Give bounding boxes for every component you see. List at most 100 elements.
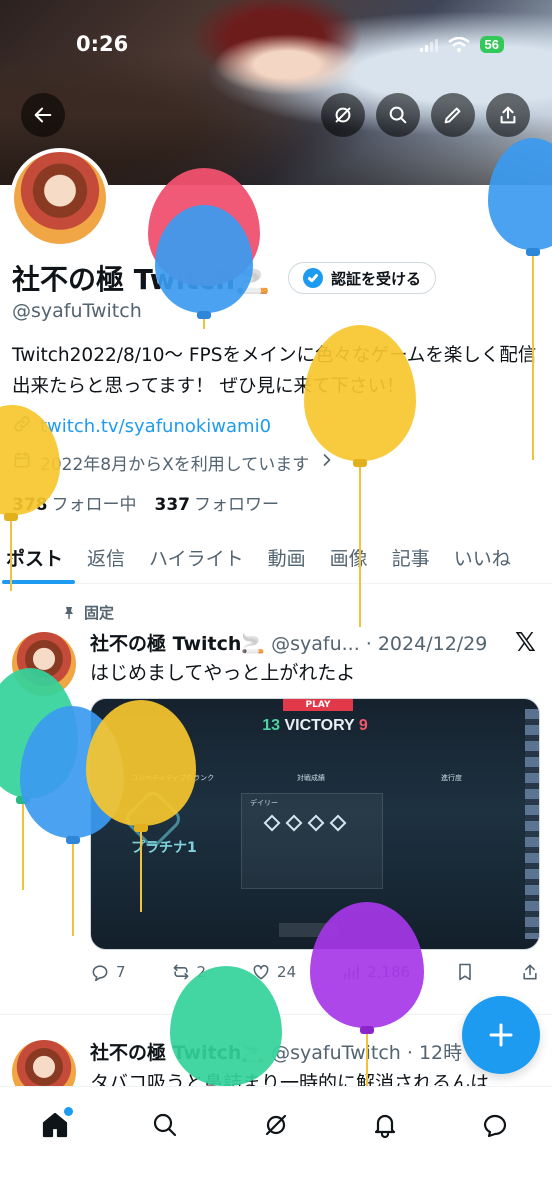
media-play-label: PLAY: [283, 699, 353, 711]
nav-grok[interactable]: [256, 1105, 296, 1145]
followers-count: 337: [154, 495, 191, 515]
status-icons: 56: [419, 36, 504, 53]
messages-icon: [483, 1114, 507, 1138]
grok-icon: [335, 107, 351, 123]
share-icon: [500, 106, 516, 124]
pin-icon: [65, 606, 73, 619]
media-button: [279, 923, 337, 937]
profile-name: 社不の極 Twitch🚬: [12, 263, 271, 296]
media-rank: プラチナ1: [131, 840, 197, 856]
profile-handle: @syafuTwitch: [12, 300, 142, 322]
profile-bio: Twitch2022/8/10～ FPSをメインに色々なゲームを楽しく配信出来た…: [12, 345, 537, 397]
media-result-text: VICTORY: [284, 717, 355, 734]
chevron-right-icon: [317, 450, 337, 475]
followers-label: フォロワー: [194, 495, 279, 515]
signal-icon: [419, 38, 438, 52]
like-count: 24: [277, 963, 297, 981]
verified-badge-icon: [303, 268, 323, 288]
post-handle-date: @syafu... · 2024/12/29: [271, 633, 488, 655]
media-daily-label: デイリー: [250, 799, 278, 807]
media-result: 13 VICTORY 9: [91, 717, 539, 735]
following-link[interactable]: 378 フォロー中: [12, 490, 137, 515]
tab-articles[interactable]: 記事: [380, 530, 442, 584]
following-count: 378: [12, 495, 48, 515]
search-icon: [153, 1113, 177, 1137]
edit-button[interactable]: [431, 93, 475, 137]
plus-icon: [489, 1023, 513, 1047]
post-text: はじめましてやっと上がれたよ: [90, 662, 356, 684]
tab-replies[interactable]: 返信: [75, 530, 137, 584]
media-col-progress: 進行度: [441, 774, 462, 782]
post-handle-date: @syafuTwitch · 12時: [271, 1042, 463, 1064]
repost-icon: [173, 964, 188, 980]
views-count: 2,186: [367, 963, 411, 981]
battery-icon: 56: [479, 36, 504, 53]
back-arrow-icon: [34, 107, 52, 123]
get-verified-button[interactable]: 認証を受ける: [288, 262, 437, 294]
follow-stats: 378 フォロー中 337 フォロワー: [12, 490, 279, 515]
nav-messages[interactable]: [475, 1105, 515, 1145]
profile-avatar[interactable]: [10, 148, 110, 248]
post-header[interactable]: 社不の極 Twitch🚬 @syafu... · 2024/12/29: [90, 629, 487, 656]
compose-post-button[interactable]: [462, 996, 540, 1074]
search-icon: [389, 106, 407, 124]
bookmark-icon: [459, 963, 471, 981]
tab-videos[interactable]: 動画: [256, 530, 318, 584]
wifi-icon: [447, 36, 470, 52]
media-daily-checks: [263, 814, 347, 832]
notification-dot: [64, 1107, 73, 1116]
pinned-indicator: 固定: [62, 602, 114, 623]
views-button[interactable]: 2,186: [341, 962, 410, 982]
get-verified-label: 認証を受ける: [331, 269, 422, 288]
share-button[interactable]: [486, 93, 530, 137]
heart-icon: [253, 964, 269, 980]
pencil-icon: [444, 107, 461, 124]
status-time: 0:26: [76, 32, 129, 56]
following-label: フォロー中: [51, 495, 137, 515]
reply-icon: [92, 965, 108, 982]
join-date-row[interactable]: 2022年8月からXを利用しています: [12, 450, 337, 475]
link-icon: [12, 414, 32, 439]
nav-notifications[interactable]: [365, 1105, 405, 1145]
repost-button[interactable]: 2: [171, 962, 207, 982]
join-date: 2022年8月からXを利用しています: [40, 455, 310, 475]
post-actions: 7 2 24 2,186: [90, 962, 540, 982]
post-avatar[interactable]: [12, 632, 76, 696]
media-score-left: 13: [262, 717, 281, 734]
views-icon: [344, 964, 359, 980]
media-col-results: 対戦成績: [297, 774, 325, 782]
post-header[interactable]: 社不の極 Twitch🚬 @syafuTwitch · 12時: [90, 1038, 462, 1065]
search-button[interactable]: [376, 93, 420, 137]
profile-link-row[interactable]: twitch.tv/syafunokiwami0: [12, 414, 271, 439]
media-score-right: 9: [358, 717, 368, 734]
tab-posts[interactable]: ポスト: [0, 530, 76, 584]
bell-icon: [374, 1114, 396, 1139]
pinned-label: 固定: [84, 604, 115, 622]
post-author-name: 社不の極 Twitch🚬: [90, 1042, 266, 1064]
reply-count: 7: [116, 963, 126, 981]
tab-likes[interactable]: いいね: [442, 530, 523, 584]
share-icon: [523, 964, 537, 980]
post-media-image[interactable]: PLAY 13 VICTORY 9 コンペティティブのランク 対戦成績 進行度 …: [90, 698, 540, 950]
grok-icon: [265, 1114, 287, 1136]
repost-count: 2: [196, 963, 207, 981]
tab-images[interactable]: 画像: [318, 530, 380, 584]
nav-search[interactable]: [145, 1105, 185, 1145]
media-daily-panel: デイリー: [241, 793, 383, 889]
calendar-icon: [12, 450, 32, 475]
media-sidebar: [525, 709, 539, 939]
x-logo-icon: 𝕏: [515, 628, 536, 658]
profile-link[interactable]: twitch.tv/syafunokiwami0: [40, 416, 271, 437]
like-button[interactable]: 24: [251, 962, 296, 982]
back-button[interactable]: [21, 93, 65, 137]
post-share-button[interactable]: [520, 962, 540, 982]
bookmark-button[interactable]: [455, 962, 475, 982]
tab-highlights[interactable]: ハイライト: [137, 530, 256, 584]
post-author-name: 社不の極 Twitch🚬: [90, 633, 266, 655]
profile-tabs: ポスト 返信 ハイライト 動画 画像 記事 いいね: [0, 530, 552, 584]
followers-link[interactable]: 337 フォロワー: [155, 490, 280, 515]
nav-home[interactable]: [35, 1105, 75, 1145]
grok-button[interactable]: [321, 93, 365, 137]
reply-button[interactable]: 7: [90, 962, 126, 982]
bottom-navigation: [0, 1086, 552, 1200]
